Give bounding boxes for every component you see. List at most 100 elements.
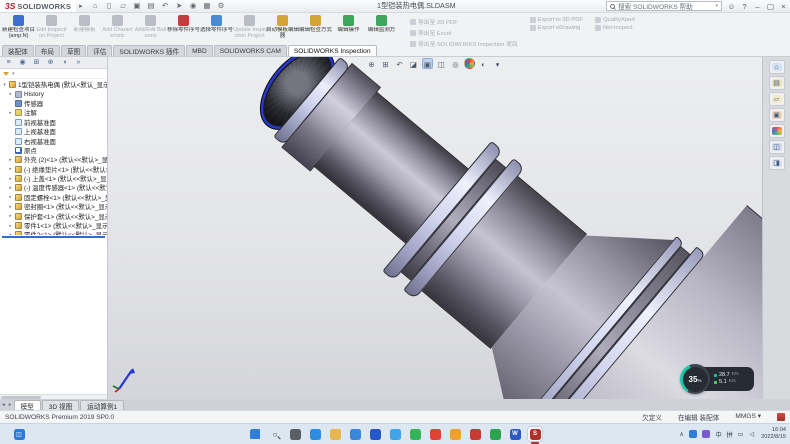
close-icon[interactable]: × [777, 0, 790, 13]
previous-view-icon[interactable]: ↶ [394, 58, 405, 69]
tree-filter-row[interactable]: ▾ [0, 69, 107, 79]
tray-app-blue-icon[interactable] [689, 430, 698, 438]
help-icon[interactable]: ? [738, 0, 751, 13]
select-balloons-button[interactable]: 选择零件序号 [200, 14, 233, 39]
ime-mode-icon[interactable]: 拼 [726, 430, 733, 439]
dimxpertmanager-tab[interactable]: ⊕ [44, 57, 57, 68]
taskbar-start-button[interactable] [248, 427, 262, 441]
select-arrow-icon[interactable]: ➤ [174, 0, 185, 12]
tab-model[interactable]: 模型 [14, 400, 41, 410]
tray-shield-icon[interactable] [702, 430, 711, 438]
tree-root-assembly[interactable]: ▾ 1型铠装热电偶 (默认<默认_显示状态-1 [0, 80, 107, 89]
tree-item-top-cover[interactable]: ▸ (-) 上盖<1> (默认<<默认>_显示状 [0, 174, 107, 183]
taskbar-explorer-icon[interactable] [328, 427, 342, 441]
edit-operations-button[interactable]: 编辑操作 [332, 14, 365, 39]
export-sw-inspection-item[interactable]: 导出至 SOLIDWORKS Inspection 项目 [410, 39, 518, 48]
taskbar-word-icon[interactable]: W [508, 427, 522, 441]
tree-item-annotations[interactable]: ▸ 注解 [0, 108, 107, 117]
viewport-3d[interactable]: ⊕⊞↶◪▣◫◎●◐▾ 28.7 K/s 5.1 K/s 35% [108, 57, 762, 399]
task-pane-scenes-icon[interactable]: ◫ [769, 140, 785, 154]
tab-sketch[interactable]: 草图 [61, 45, 86, 56]
status-units[interactable]: MMGS ▾ [735, 412, 761, 422]
view-orientation-icon[interactable]: ▣ [422, 58, 433, 69]
tree-item-history[interactable]: ▸ History [0, 89, 107, 98]
tab-sw-cam[interactable]: SOLIDWORKS CAM [214, 45, 287, 56]
qualityxpert-item[interactable]: QualityXpert [595, 17, 635, 23]
tab-sw-addins[interactable]: SOLIDWORKS 插件 [113, 45, 185, 56]
model-tabs-scroll-right-icon[interactable]: ▸ [7, 400, 14, 410]
filter-dropdown-arrow[interactable]: ▾ [12, 71, 15, 77]
expand-arrow-icon[interactable]: ▸ [8, 213, 13, 219]
tree-item-insulation-gasket[interactable]: ▸ (-) 绝缘垫片<1> (默认<<默认>_显 [0, 165, 107, 174]
taskbar-search-button[interactable]: ○ [268, 427, 282, 441]
tree-item-front-plane[interactable]: 前视基准面 [0, 118, 107, 127]
volume-icon[interactable]: ◁ [748, 431, 755, 438]
tree-item-shell[interactable]: ▸ 外壳 (2)<1> (默认<<默认>_显示状 [0, 155, 107, 164]
restore-icon[interactable]: ▢ [764, 0, 777, 13]
taskbar-wps-icon[interactable] [488, 427, 502, 441]
expand-arrow-icon[interactable]: ▸ [8, 232, 13, 235]
export-excel-item[interactable]: 导出至 Excel [410, 28, 518, 37]
ime-language-icon[interactable]: 中 [715, 430, 722, 439]
search-dropdown-arrow[interactable]: ▾ [715, 3, 718, 9]
new-inspection-project-button[interactable]: 新建检查项目(amp;N) [2, 14, 35, 39]
task-pane-resources-icon[interactable]: ⌂ [769, 60, 785, 74]
tray-expand-icon[interactable]: ∧ [678, 431, 685, 438]
tab-motion-study[interactable]: 运动算例1 [80, 400, 124, 410]
tab-assembly[interactable]: 装配体 [2, 45, 34, 56]
taskbar-solidworks-icon[interactable]: S [528, 427, 542, 441]
home-icon[interactable]: ⌂ [90, 0, 101, 12]
task-pane-appearances-icon[interactable] [769, 124, 785, 138]
taskbar-chrome-icon[interactable] [428, 427, 442, 441]
tree-item-protective-sleeve[interactable]: ▸ 保护套<1> (默认<<默认>_显示状 [0, 211, 107, 220]
add-characteristic-button[interactable]: Add Characteristic [101, 14, 134, 39]
displaymanager-tab[interactable]: ◑ [58, 57, 71, 68]
hide-show-items-icon[interactable]: ◎ [450, 58, 461, 69]
expand-tabs-chevron[interactable]: » [72, 57, 85, 68]
status-editing-assembly[interactable]: 在编辑 装配体 [678, 412, 719, 422]
rebuild-icon[interactable]: ◉ [188, 0, 199, 12]
zoom-area-icon[interactable]: ⊞ [380, 58, 391, 69]
status-underdefined[interactable]: 欠定义 [642, 412, 662, 422]
taskbar-browser2-icon[interactable] [448, 427, 462, 441]
taskbar-taskview-button[interactable] [288, 427, 302, 441]
expand-arrow-icon[interactable]: ▸ [8, 185, 13, 191]
search-input[interactable]: 搜索 SOLIDWORKS 帮助 ▾ [606, 1, 722, 11]
update-inspection-project-button[interactable]: Update Inspection Project [233, 14, 266, 39]
tree-item-origin[interactable]: 原点 [0, 146, 107, 155]
remove-balloons-button[interactable]: 移除零件序号 [167, 14, 200, 39]
tab-layout[interactable]: 布局 [35, 45, 60, 56]
featuremanager-tab[interactable]: ≡ [2, 57, 15, 68]
edit-appearance-icon[interactable]: ● [464, 58, 475, 69]
options-gear-icon[interactable]: ⚙ [216, 0, 227, 12]
tab-3d-views[interactable]: 3D 视图 [42, 400, 79, 410]
zoom-fit-icon[interactable]: ⊕ [366, 58, 377, 69]
taskbar-cloud-icon[interactable] [388, 427, 402, 441]
export-edrawing-item[interactable]: Export eDrawing [530, 25, 583, 31]
expand-arrow-icon[interactable]: ▸ [8, 157, 13, 163]
expand-arrow-icon[interactable]: ▸ [8, 194, 13, 200]
model-tabs-scroll-left-icon[interactable]: ◂ [0, 400, 7, 410]
performance-overlay[interactable]: 28.7 K/s 5.1 K/s 35% [680, 364, 754, 394]
view-settings-icon[interactable]: ◐ [478, 58, 489, 69]
task-pane-properties-icon[interactable]: ◨ [769, 156, 785, 170]
task-pane-design-library-icon[interactable]: ▤ [769, 76, 785, 90]
new-template-button[interactable]: 新建模板 [68, 14, 101, 39]
minimize-icon[interactable]: – [751, 0, 764, 13]
edit-monitor-methods-button[interactable]: 编辑监测方 [365, 14, 398, 39]
heads-up-more-arrow[interactable]: ▾ [492, 58, 503, 69]
tree-item-part1[interactable]: ▸ 零件1<1> (默认<<默认>_显示状态 [0, 221, 107, 230]
tab-sw-inspection[interactable]: SOLIDWORKS Inspection [288, 45, 377, 56]
solidworks-logo[interactable]: 3S SOLIDWORKS [0, 0, 76, 12]
tree-item-temp-sensor[interactable]: ▸ (-) 温度传感器<1> (默认<<默认>_ [0, 183, 107, 192]
taskbar-clock[interactable]: 16:04 2022/8/15 [761, 427, 786, 440]
export-3d-pdf-item[interactable]: Export to 3D PDF [530, 17, 583, 23]
export-2d-pdf-item[interactable]: 导出至 2D PDF [410, 17, 518, 26]
usage-percent-badge[interactable]: 35% [680, 364, 710, 394]
display-style-icon[interactable]: ◫ [436, 58, 447, 69]
tree-item-seal-ring[interactable]: ▸ 密封圈<1> (默认<<默认>_显示状 [0, 202, 107, 211]
edit-inspection-project-button[interactable]: Edit Inspection Project [35, 14, 68, 39]
expand-arrow-icon[interactable]: ▸ [8, 204, 13, 210]
print-icon[interactable]: ▤ [146, 0, 157, 12]
taskbar-mail-icon[interactable] [348, 427, 362, 441]
